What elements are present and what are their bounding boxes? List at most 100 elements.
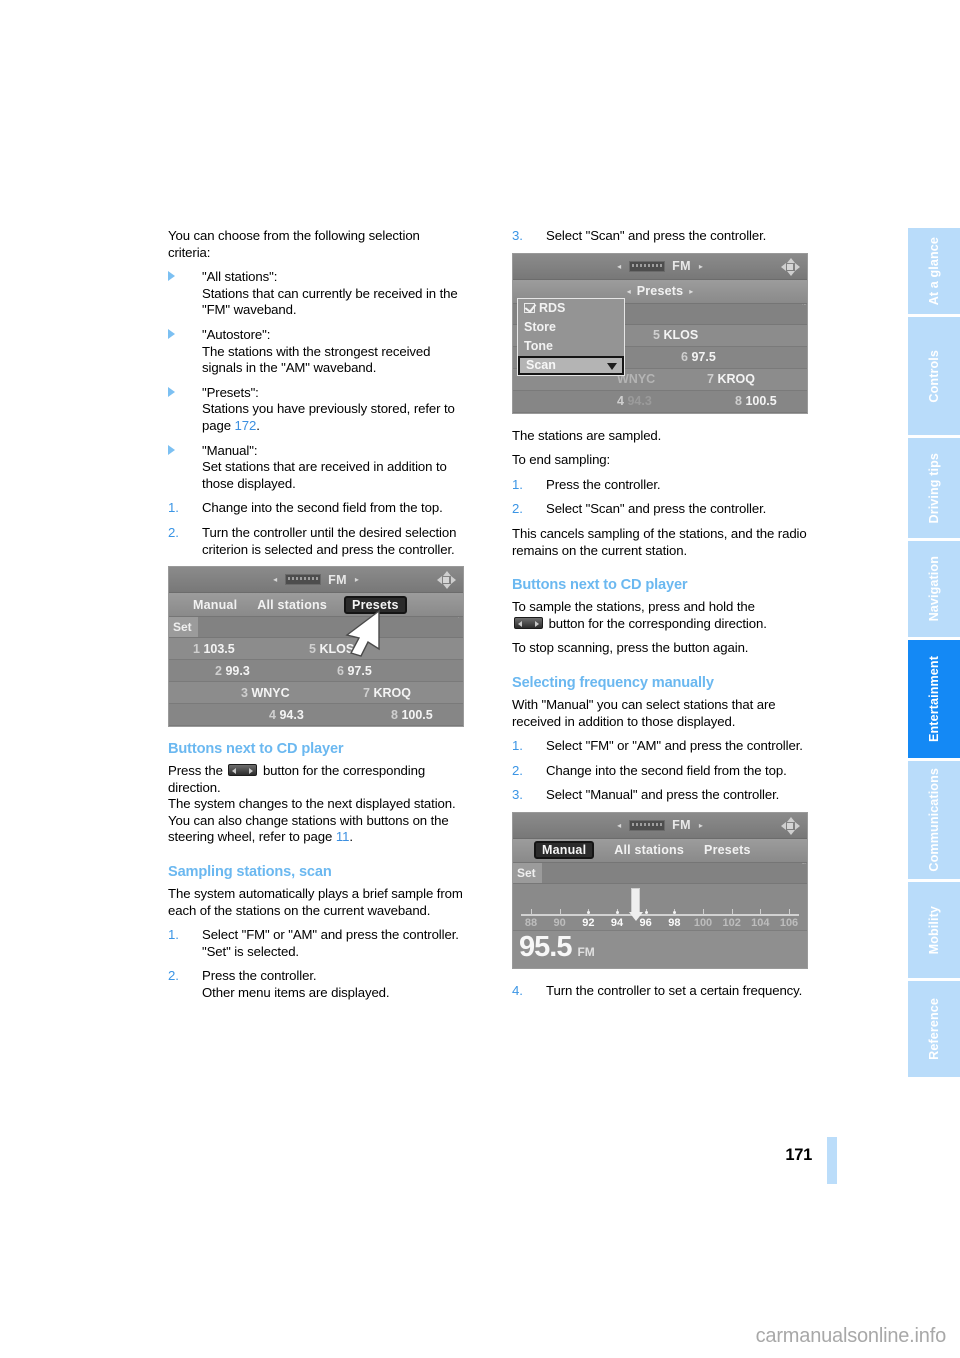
station-dot	[616, 910, 619, 914]
preset-name: 103.5	[203, 641, 235, 656]
preset-number: 3	[241, 685, 248, 700]
frequency-band: FM	[577, 944, 595, 959]
page-reference-11[interactable]: 11	[336, 829, 350, 844]
left-column: You can choose from the following select…	[168, 228, 464, 1010]
step-text: Turn the controller until the desired se…	[202, 524, 457, 557]
preset-name: KLOS	[663, 328, 699, 343]
frequency-tick	[731, 908, 733, 915]
frequency-pointer[interactable]	[629, 887, 643, 921]
preset-name: KROQ	[373, 685, 411, 700]
preset-row[interactable]: 3 WNYC 7 KROQ	[169, 682, 463, 705]
manual-page: You can choose from the following select…	[0, 0, 960, 1358]
chapter-tab-label: Navigation	[927, 556, 941, 622]
chapter-tab-label: At a glance	[927, 236, 941, 306]
chapter-tab-communications[interactable]: Communications	[908, 761, 960, 879]
cd-text-post: button for the corresponding direction.	[545, 615, 767, 631]
radio-tab-presets[interactable]: Presets	[704, 843, 751, 857]
set-label: Set	[513, 862, 542, 883]
chapter-tab-label: Controls	[927, 349, 941, 403]
frequency-value: 95.5	[519, 930, 572, 963]
page-reference-172[interactable]: 172	[235, 418, 257, 433]
preset-name: 97.5	[691, 350, 716, 365]
radio-tab-all-stations[interactable]: All stations	[257, 598, 327, 612]
set-label: Set	[169, 617, 198, 638]
radio-tab-presets[interactable]: Presets	[637, 284, 684, 298]
next-band-arrow-icon[interactable]: ▸	[699, 262, 703, 271]
preset-name: 94.3	[627, 394, 652, 409]
frequency-tick-label: 106	[779, 916, 799, 929]
chapter-tab-reference[interactable]: Reference	[908, 981, 960, 1077]
chapter-tab-mobility[interactable]: Mobility	[908, 882, 960, 978]
frequency-tick	[789, 908, 790, 915]
cursor-arrow-icon	[345, 609, 380, 657]
end-sampling-text: To end sampling:	[512, 452, 611, 468]
preset-name: WNYC	[251, 685, 290, 700]
chapter-tab-controls[interactable]: Controls	[908, 317, 960, 435]
radio-tab-all-stations[interactable]: All stations	[614, 843, 684, 857]
cancel-sampling-text: This cancels sampling of the stations, a…	[512, 525, 807, 558]
step-item: 4. Turn the controller to set a certain …	[512, 983, 808, 1000]
cd-line-3: You can also change stations with button…	[168, 813, 464, 846]
next-tab-arrow-icon[interactable]: ▸	[689, 287, 693, 296]
chapter-tab-label: Entertainment	[927, 656, 941, 742]
chapter-tab-entertainment[interactable]: Entertainment	[908, 640, 960, 758]
page-number: 171	[785, 1146, 812, 1164]
preset-row[interactable]: 4 94.3 8 100.5	[513, 390, 807, 413]
radio-tab-manual[interactable]: Manual	[534, 841, 595, 860]
sampling-intro: The system automatically plays a brief s…	[168, 886, 463, 918]
checkbox-checked-icon[interactable]	[524, 303, 535, 314]
band-label: FM	[672, 818, 691, 833]
step-number: 1.	[512, 738, 523, 754]
menu-item-tone[interactable]: Tone	[518, 337, 624, 356]
band-label: FM	[672, 259, 691, 274]
prev-tab-arrow-icon[interactable]: ◂	[627, 287, 631, 296]
step-text: Change into the second field from the to…	[202, 500, 443, 516]
frequency-tick-label: 90	[553, 916, 566, 929]
next-band-arrow-icon[interactable]: ▸	[355, 575, 359, 584]
chapter-tab-at-a-glance[interactable]: At a glance	[908, 228, 960, 314]
triangle-bullet-icon	[168, 443, 196, 460]
four-way-nav-icon	[781, 257, 800, 276]
preset-name: KROQ	[717, 372, 755, 387]
radio-tab-manual[interactable]: Manual	[193, 598, 237, 612]
menu-item-rds[interactable]: RDS	[518, 299, 624, 318]
step-number: 2.	[168, 968, 179, 984]
preset-row[interactable]: 1 103.5 5 KLOS	[169, 638, 463, 661]
step-text: Turn the controller to set a certain fre…	[546, 982, 803, 998]
radio-set-row[interactable]: Set	[513, 862, 807, 884]
chapter-tab-navigation[interactable]: Navigation	[908, 541, 960, 637]
preset-number: 5	[653, 328, 660, 343]
step-item: 1. Press the controller.	[512, 477, 808, 494]
prev-band-arrow-icon[interactable]: ◂	[273, 575, 277, 584]
preset-name: 100.5	[401, 707, 433, 722]
step-text: Select "Manual" and press the controller…	[546, 787, 780, 803]
step-item: 1. Select "FM" or "AM" and press the con…	[512, 738, 808, 755]
step-number: 3.	[512, 228, 523, 243]
bullet-manual: "Manual": Set stations that are received…	[168, 443, 464, 493]
bullet-title: "All stations":	[202, 269, 278, 285]
intro-paragraph: You can choose from the following select…	[168, 228, 420, 260]
radio-titlebar: ◂ FM ▸	[513, 253, 807, 280]
frequency-scale-line	[521, 913, 799, 916]
radio-context-menu: RDS Store Tone Scan	[517, 297, 625, 376]
radio-tab-strip: Manual All stations Presets	[169, 593, 463, 618]
chapter-tab-driving-tips[interactable]: Driving tips	[908, 438, 960, 538]
frequency-scale[interactable]: 88 90 92 94 96 98 100 102 104 106	[513, 883, 807, 930]
prev-band-arrow-icon[interactable]: ◂	[617, 821, 621, 830]
step-number: 2.	[168, 524, 179, 540]
preset-number: 6	[681, 350, 688, 365]
preset-list: 1 103.5 5 KLOS 2 99.3 6 97.5 3 WNYC 7 KR…	[169, 638, 463, 727]
menu-item-store[interactable]: Store	[518, 318, 624, 337]
frequency-tick-label: 100	[693, 916, 713, 929]
preset-number: 4	[617, 394, 624, 409]
menu-item-scan[interactable]: Scan	[518, 355, 624, 375]
next-band-arrow-icon[interactable]: ▸	[699, 821, 703, 830]
radio-screenshot-presets: BMW-HMI-001 ◂ FM ▸ Manual All stations P…	[168, 566, 464, 728]
radio-set-row[interactable]: Set	[169, 617, 463, 639]
preset-row[interactable]: 2 99.3 6 97.5	[169, 660, 463, 683]
prev-band-arrow-icon[interactable]: ◂	[617, 262, 621, 271]
preset-row[interactable]: 4 94.3 8 100.5	[169, 704, 463, 727]
step-item: 1. Change into the second field from the…	[168, 500, 464, 517]
frequency-tick-label: 88	[524, 916, 538, 929]
step-subtext: Other menu items are displayed.	[202, 985, 390, 1001]
